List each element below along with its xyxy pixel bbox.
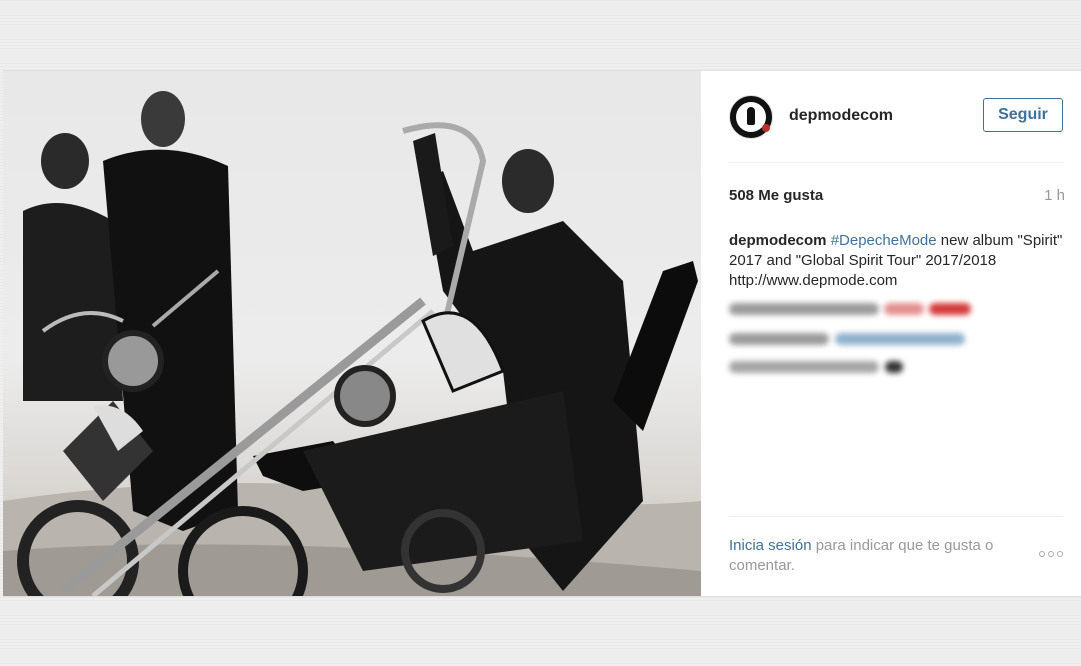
post-photo	[3, 71, 701, 596]
footer-divider	[729, 516, 1063, 517]
blurred-comment	[729, 299, 1049, 319]
login-link[interactable]: Inicia sesión	[729, 537, 812, 554]
more-options-icon[interactable]	[1039, 548, 1069, 560]
username-link[interactable]: depmodecom	[789, 107, 893, 125]
caption-hashtag[interactable]: #DepecheMode	[831, 232, 937, 249]
depeche-mode-logo-icon[interactable]	[729, 95, 773, 139]
likes-count[interactable]: 508 Me gusta	[729, 187, 823, 204]
caption-username[interactable]: depmodecom	[729, 232, 827, 249]
blurred-comment	[729, 329, 1049, 349]
blurred-comment	[729, 357, 1049, 377]
instagram-post: depmodecom Seguir 508 Me gusta 1 h depmo…	[3, 70, 1081, 597]
post-sidebar: depmodecom Seguir 508 Me gusta 1 h depmo…	[701, 71, 1081, 596]
follow-button[interactable]: Seguir	[983, 98, 1063, 132]
post-header: depmodecom Seguir	[729, 95, 1063, 163]
header-divider	[729, 162, 1063, 163]
rose-icon	[762, 124, 770, 132]
band-motorcycle-photo	[3, 91, 701, 596]
login-prompt: Inicia sesión para indicar que te gusta …	[729, 536, 1019, 576]
post-caption: depmodecom #DepecheMode new album "Spiri…	[729, 231, 1069, 291]
post-time[interactable]: 1 h	[1044, 187, 1065, 204]
